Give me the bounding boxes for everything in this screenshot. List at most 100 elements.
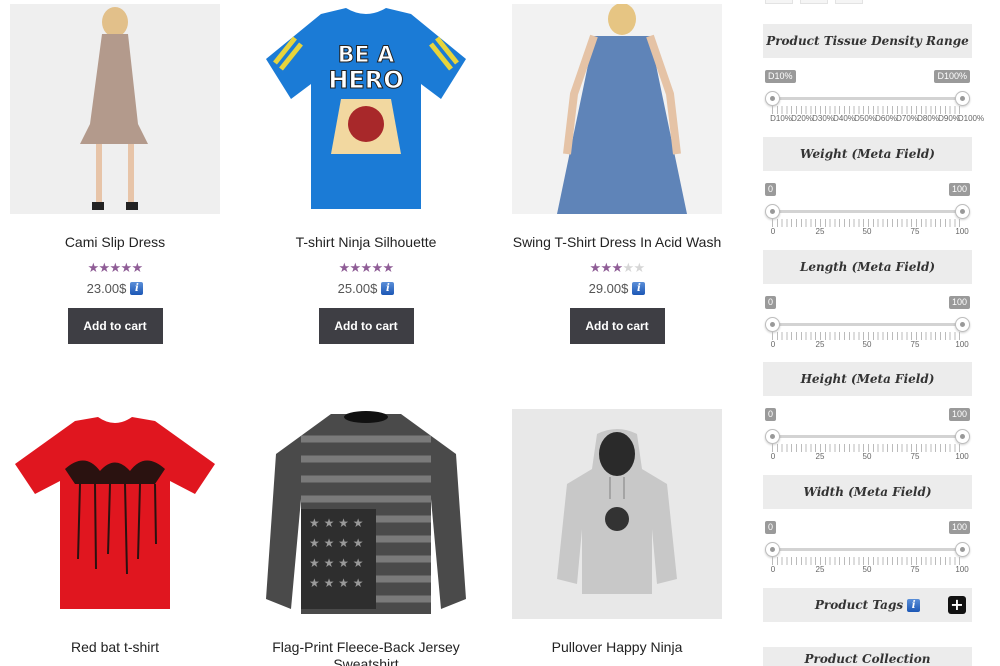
tick-label: D60% — [875, 114, 897, 123]
tick-label: 0 — [770, 340, 776, 349]
tick-label: 25 — [815, 452, 825, 461]
product-image[interactable] — [10, 409, 220, 619]
tick-label: 50 — [862, 340, 872, 349]
product-price: 25.00$ — [337, 281, 378, 296]
filter-chip[interactable] — [765, 0, 793, 4]
slider-max-handle[interactable] — [955, 542, 970, 557]
tick-label: D30% — [812, 114, 834, 123]
star-icon: ★ — [371, 260, 384, 275]
product-price: 23.00$ — [86, 281, 127, 296]
filter-title: Product Collection — [804, 652, 931, 666]
product-image[interactable]: ★ ★ ★ ★ ★ ★ ★ ★ ★ ★ ★ ★ ★ ★ ★ ★ — [261, 409, 471, 619]
product-card: BE A HERO T-shirt Ninja Silhouette ★★★★★… — [261, 4, 471, 344]
product-title[interactable]: T-shirt Ninja Silhouette — [261, 234, 471, 251]
height-filter-header[interactable]: Height (Meta Field) — [763, 362, 972, 396]
info-icon[interactable]: i — [130, 282, 144, 295]
tick-label: 75 — [910, 340, 920, 349]
slider-max-handle[interactable] — [955, 91, 970, 106]
filter-title: Width (Meta Field) — [803, 485, 932, 499]
sweatshirt-image: ★ ★ ★ ★ ★ ★ ★ ★ ★ ★ ★ ★ ★ ★ ★ ★ — [261, 409, 471, 619]
slider-track[interactable] — [772, 323, 963, 326]
tags-filter-header[interactable]: Product Tags i + — [763, 588, 972, 622]
slider-max-handle[interactable] — [955, 204, 970, 219]
svg-text:★ ★ ★ ★: ★ ★ ★ ★ — [309, 516, 363, 530]
tick-label: 100 — [955, 227, 969, 236]
slider-ticks — [772, 106, 963, 114]
product-card: Cami Slip Dress ★★★★★ 23.00$ i Add to ca… — [10, 4, 220, 344]
tick-label: 0 — [770, 565, 776, 574]
slider-min-handle[interactable] — [765, 317, 780, 332]
slider-min-handle[interactable] — [765, 204, 780, 219]
add-to-cart-button[interactable]: Add to cart — [569, 308, 665, 344]
star-icon: ★ — [98, 260, 111, 275]
slider-ticks — [772, 557, 963, 565]
slider-track[interactable] — [772, 97, 963, 100]
density-filter-header[interactable]: Product Tissue Density Range — [763, 24, 972, 58]
product-title[interactable]: Red bat t-shirt — [10, 639, 220, 656]
slider-track[interactable] — [772, 210, 963, 213]
slider-min-value: 0 — [765, 183, 777, 196]
product-card: Red bat t-shirt — [10, 409, 220, 656]
tick-label: D100% — [957, 114, 985, 123]
tick-label: 0 — [770, 452, 776, 461]
product-title[interactable]: Pullover Happy Ninja — [512, 639, 722, 656]
tick-label: 75 — [910, 227, 920, 236]
tick-label: D90% — [938, 114, 960, 123]
width-filter-header[interactable]: Width (Meta Field) — [763, 475, 972, 509]
expand-plus-icon[interactable]: + — [948, 596, 966, 614]
length-filter-header[interactable]: Length (Meta Field) — [763, 250, 972, 284]
price-row: 29.00$ i — [512, 281, 722, 296]
info-icon[interactable]: i — [632, 282, 646, 295]
tshirt-print-line1: BE A — [338, 43, 394, 68]
tick-label: D70% — [896, 114, 918, 123]
filter-chip[interactable] — [800, 0, 828, 4]
slider-min-handle[interactable] — [765, 542, 780, 557]
star-icon: ★ — [120, 260, 133, 275]
tick-label: 50 — [862, 452, 872, 461]
tick-label: D10% — [770, 114, 792, 123]
star-icon: ★ — [600, 260, 613, 275]
product-title[interactable]: Flag-Print Fleece-Back Jersey Sweatshirt — [261, 639, 471, 666]
product-image[interactable] — [10, 4, 220, 214]
tick-label: 0 — [770, 227, 776, 236]
slider-min-value: D10% — [765, 70, 796, 83]
info-icon[interactable]: i — [381, 282, 395, 295]
svg-text:★ ★ ★ ★: ★ ★ ★ ★ — [309, 536, 363, 550]
collection-filter-header[interactable]: Product Collection — [763, 647, 972, 666]
info-icon[interactable]: i — [907, 598, 921, 612]
slider-max-handle[interactable] — [955, 317, 970, 332]
tshirt-print-line2: HERO — [328, 66, 403, 94]
star-icon: ★ — [338, 260, 351, 275]
filter-title: Height (Meta Field) — [800, 372, 935, 386]
weight-filter-header[interactable]: Weight (Meta Field) — [763, 137, 972, 171]
slider-min-handle[interactable] — [765, 429, 780, 444]
tick-label: 75 — [910, 452, 920, 461]
slider-min-value: 0 — [765, 296, 777, 309]
star-icon: ★ — [382, 260, 395, 275]
add-to-cart-button[interactable]: Add to cart — [318, 308, 414, 344]
add-to-cart-button[interactable]: Add to cart — [67, 308, 163, 344]
product-card: Pullover Happy Ninja — [512, 409, 722, 656]
tick-label: D40% — [833, 114, 855, 123]
filter-title: Product Tissue Density Range — [766, 34, 969, 48]
slider-max-handle[interactable] — [955, 429, 970, 444]
star-rating: ★★★★★ — [512, 260, 722, 276]
product-image[interactable] — [512, 4, 722, 214]
slider-track[interactable] — [772, 435, 963, 438]
slider-min-handle[interactable] — [765, 91, 780, 106]
product-title[interactable]: Cami Slip Dress — [10, 234, 220, 251]
slider-ticks — [772, 219, 963, 227]
hoodie-image — [512, 409, 722, 619]
product-card: Swing T-Shirt Dress In Acid Wash ★★★★★ 2… — [512, 4, 722, 344]
star-icon: ★ — [87, 260, 100, 275]
product-title[interactable]: Swing T-Shirt Dress In Acid Wash — [512, 234, 722, 251]
filter-chip[interactable] — [835, 0, 863, 4]
tick-label: 25 — [815, 565, 825, 574]
product-image[interactable]: BE A HERO — [261, 4, 471, 214]
slider-max-value: 100 — [948, 521, 970, 534]
slider-max-value: 100 — [948, 296, 970, 309]
tshirt-image — [10, 409, 220, 619]
slider-track[interactable] — [772, 548, 963, 551]
star-icon: ★ — [622, 260, 635, 275]
product-image[interactable] — [512, 409, 722, 619]
